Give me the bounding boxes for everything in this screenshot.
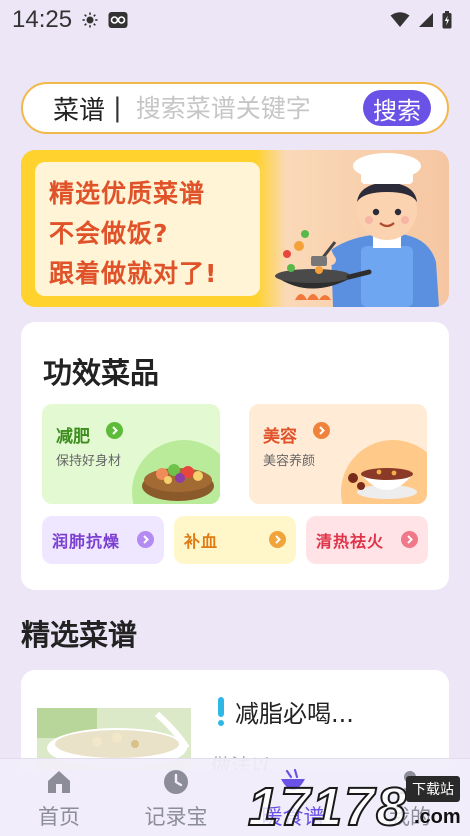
banner-line-2: 不会做饭?	[49, 219, 169, 248]
search-input[interactable]	[135, 93, 363, 123]
tile-clear-heat[interactable]: 清热祛火	[306, 516, 428, 564]
tab-records-label: 记录宝	[144, 805, 208, 829]
soup-bowl-icon	[341, 440, 427, 504]
tile-clear-heat-label: 清热祛火	[316, 532, 385, 551]
brightness-icon	[82, 12, 98, 28]
tile-weight-loss-label: 减肥	[56, 427, 90, 447]
tab-recipes[interactable]: 暖食谱	[243, 759, 343, 836]
recipe-title: 减脂必喝...	[235, 700, 354, 728]
banner-text-card: 精选优质菜谱 不会做饭? 跟着做就对了!	[35, 162, 260, 296]
chef-illustration	[275, 153, 439, 307]
recipe-card[interactable]: 减脂必喝... 做法以…	[21, 670, 449, 770]
tab-recipes-label: 暖食谱	[261, 805, 325, 829]
search-button[interactable]: 搜索	[363, 90, 431, 126]
search-category-label[interactable]: 菜谱	[53, 90, 105, 127]
banner-line-3: 跟着做就对了!	[49, 259, 218, 288]
search-separator: |	[113, 93, 122, 123]
recipe-title-row: 减脂必喝...	[217, 694, 354, 729]
tab-home-label: 首页	[38, 805, 80, 829]
tile-nourish-blood[interactable]: 补血	[174, 516, 296, 564]
highlight-marker-icon	[218, 696, 224, 726]
tile-moisten-lung-label: 润肺抗燥	[52, 532, 121, 551]
status-right	[390, 11, 452, 29]
status-bar: 14:25	[0, 0, 470, 40]
search-bar: 菜谱 | 搜索	[21, 82, 449, 134]
tile-weight-loss[interactable]: 减肥 保持好身材	[42, 404, 220, 504]
salad-bowl-icon	[132, 440, 220, 504]
bowl-icon	[281, 769, 305, 790]
chevron-right-icon	[401, 531, 418, 548]
promo-banner[interactable]: 精选优质菜谱 不会做饭? 跟着做就对了!	[21, 150, 449, 307]
tile-beauty[interactable]: 美容 美容养颜	[249, 404, 427, 504]
tile-moisten-lung[interactable]: 润肺抗燥	[42, 516, 164, 564]
app-notification-icon	[108, 12, 128, 28]
wifi-icon	[390, 12, 410, 27]
featured-section-title: 精选菜谱	[21, 618, 138, 652]
tile-weight-loss-sub: 保持好身材	[56, 454, 122, 469]
chevron-right-icon	[269, 531, 286, 548]
tile-nourish-blood-label: 补血	[184, 532, 219, 551]
tab-mine[interactable]: 我的	[360, 759, 460, 836]
user-icon	[399, 771, 421, 794]
tile-beauty-sub: 美容养颜	[263, 454, 316, 469]
effect-section-title: 功效菜品	[43, 356, 160, 390]
tab-mine-label: 我的	[389, 805, 431, 829]
chevron-right-icon	[313, 422, 330, 439]
tab-home[interactable]: 首页	[9, 759, 109, 836]
status-left: 14:25	[12, 6, 128, 34]
status-time: 14:25	[12, 6, 73, 33]
signal-icon	[419, 13, 433, 27]
effect-dishes-card: 功效菜品 减肥 保持好身材 美容 美容养颜 润肺抗燥 补血 清热祛火	[21, 322, 449, 590]
home-icon	[48, 771, 70, 793]
clock-icon	[164, 770, 188, 794]
chevron-right-icon	[106, 422, 123, 439]
banner-line-1: 精选优质菜谱	[49, 179, 206, 208]
battery-icon	[442, 11, 452, 29]
bottom-tab-bar: 首页 记录宝 暖食谱 我的	[0, 758, 470, 836]
tab-records[interactable]: 记录宝	[126, 759, 226, 836]
tile-beauty-label: 美容	[263, 427, 297, 447]
chevron-right-icon	[137, 531, 154, 548]
